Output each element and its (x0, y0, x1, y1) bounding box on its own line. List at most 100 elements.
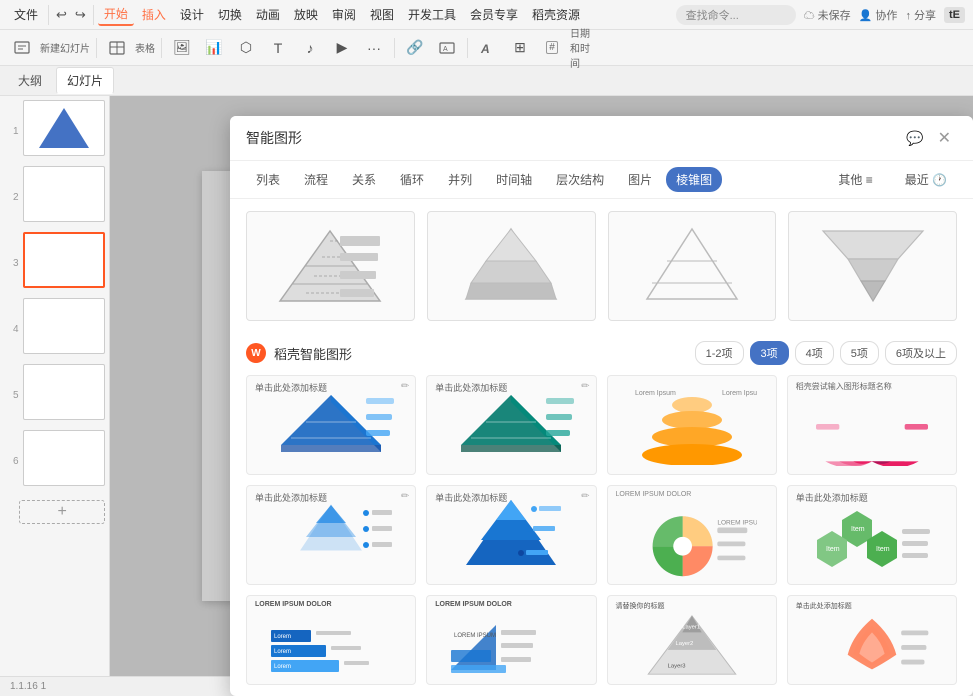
menu-item-review[interactable]: 审阅 (326, 4, 362, 25)
cat-tab-cycle[interactable]: 循环 (390, 167, 434, 192)
user-avatar[interactable]: tE (944, 7, 965, 23)
menu-item-insert[interactable]: 插入 (136, 4, 172, 25)
card-title-5: 单击此处添加标题 (255, 491, 327, 504)
smart-card-hexagon-green[interactable]: 单击此处添加标题 Item Item Item (787, 485, 957, 585)
filter-3[interactable]: 3项 (750, 341, 789, 365)
smart-card-pyramid-section[interactable]: 请替换你的标题 Layer1 Layer2 Layer3 (607, 595, 777, 685)
slide-num-5: 5 (4, 390, 19, 401)
basic-shape-pyramid-lines[interactable] (246, 211, 415, 321)
align-btn[interactable]: ⊞ (506, 34, 534, 62)
basic-shape-funnel[interactable] (788, 211, 957, 321)
filter-5[interactable]: 5项 (840, 341, 879, 365)
dialog-close-btn[interactable]: ✕ (932, 126, 957, 150)
svg-text:LOREM IPSUM: LOREM IPSUM (454, 633, 496, 639)
video-btn[interactable]: ▶ (328, 34, 356, 62)
wordart-btn[interactable]: A (474, 34, 502, 62)
date-time-btn[interactable]: 日期和时间 (570, 34, 598, 62)
smart-card-teardrop[interactable]: LOREM IPSUM DOLOR (607, 485, 777, 585)
search-input[interactable]: 查找命令... (676, 5, 796, 25)
card-edit-icon-5: ✏ (401, 491, 409, 502)
smart-card-3d-blue[interactable]: 单击此处添加标题 ✏ (246, 375, 416, 475)
dialog-header-right: 💬 ✕ (906, 126, 957, 150)
smart-shapes-dialog: 智能图形 💬 ✕ 列表 流程 关系 循环 并列 时间轴 层次结构 图片 (230, 116, 973, 696)
card-edit-icon-6: ✏ (581, 491, 589, 502)
slide-num-btn[interactable]: # (538, 34, 566, 62)
cat-tab-parallel[interactable]: 并列 (438, 167, 482, 192)
dialog-body: W 稻壳智能图形 1-2项 3项 4项 5项 6项及以上 (230, 199, 973, 696)
cat-tab-flow[interactable]: 流程 (294, 167, 338, 192)
svg-text:LOREM IPSUM: LOREM IPSUM (717, 519, 757, 526)
slide-thumb-1[interactable] (23, 100, 105, 156)
cat-tab-other[interactable]: 其他 ≡ (828, 167, 882, 192)
menu-item-animate[interactable]: 动画 (250, 4, 286, 25)
menu-item-resources[interactable]: 稻壳资源 (526, 4, 586, 25)
menu-item-play[interactable]: 放映 (288, 4, 324, 25)
dialog-comment-icon[interactable]: 💬 (906, 130, 923, 147)
shape-btn[interactable]: ⬡ (232, 34, 260, 62)
share-label[interactable]: ↑ 分享 (905, 7, 936, 23)
filter-4[interactable]: 4项 (795, 341, 834, 365)
cat-tab-recent[interactable]: 最近 🕐 (895, 167, 957, 192)
smart-card-semicircle-pink[interactable]: 稻壳尝试输入图形标题名称 (787, 375, 957, 475)
smart-card-flat-triangle[interactable]: 单击此处添加标题 ✏ (426, 485, 596, 585)
table-btn[interactable] (103, 34, 131, 62)
svg-text:Lorem: Lorem (274, 664, 291, 670)
card-title-2: 单击此处添加标题 (435, 381, 507, 394)
menu-item-start[interactable]: 开始 (98, 3, 134, 26)
menu-item-devtools[interactable]: 开发工具 (402, 4, 462, 25)
slide-thumb-3[interactable] (23, 232, 105, 288)
smart-card-flat-colorful[interactable]: Lorem Ipsum Lorem Ipsum (607, 375, 777, 475)
cat-tab-pyramid[interactable]: 棱锥图 (666, 167, 722, 192)
modal-overlay: 智能图形 💬 ✕ 列表 流程 关系 循环 并列 时间轴 层次结构 图片 (110, 96, 973, 676)
card-title-9: LOREM IPSUM DOLOR (255, 601, 332, 608)
new-slide-btn[interactable] (8, 34, 36, 62)
menu-item-design[interactable]: 设计 (174, 4, 210, 25)
toolbar-icon-undo[interactable]: ↩ (53, 5, 70, 25)
more-btn[interactable]: ··· (360, 34, 388, 62)
cat-tab-picture[interactable]: 图片 (618, 167, 662, 192)
slide-thumb-2[interactable] (23, 166, 105, 222)
card-title-6: 单击此处添加标题 (435, 491, 507, 504)
basic-shapes-grid (246, 211, 957, 321)
section-title: 稻壳智能图形 (274, 344, 352, 363)
image-btn[interactable]: 🖼 (168, 34, 196, 62)
smart-card-landscape-blue[interactable]: LOREM IPSUM DOLOR Lorem (246, 595, 416, 685)
smart-card-blue-dots[interactable]: 单击此处添加标题 ✏ (246, 485, 416, 585)
dialog-title: 智能图形 (246, 128, 302, 148)
slide-thumb-4[interactable] (23, 298, 105, 354)
menu-item-file[interactable]: 文件 (8, 4, 44, 25)
filter-6plus[interactable]: 6项及以上 (885, 341, 957, 365)
toolbar-icon-redo[interactable]: ↪ (72, 5, 89, 25)
tab-slides[interactable]: 幻灯片 (56, 67, 114, 94)
smart-card-landscape-mixed[interactable]: LOREM IPSUM DOLOR LOREM IPSUM (426, 595, 596, 685)
add-slide-btn[interactable]: + (19, 500, 105, 524)
filter-1-2[interactable]: 1-2项 (695, 341, 744, 365)
tab-outline[interactable]: 大纲 (8, 68, 52, 93)
cat-tab-relation[interactable]: 关系 (342, 167, 386, 192)
unsaved-label: ☁ 未保存 (804, 7, 851, 23)
cat-tab-hierarchy[interactable]: 层次结构 (546, 167, 614, 192)
cat-tab-timeline[interactable]: 时间轴 (486, 167, 542, 192)
link-btn[interactable]: 🔗 (401, 34, 429, 62)
section-filter: 1-2项 3项 4项 5项 6项及以上 (695, 341, 957, 365)
collab-label[interactable]: 👤 协作 (859, 7, 898, 23)
menu-item-vip[interactable]: 会员专享 (464, 4, 524, 25)
menu-item-view[interactable]: 视图 (364, 4, 400, 25)
text-btn[interactable]: T (264, 34, 292, 62)
basic-shape-pyramid-outline[interactable] (608, 211, 777, 321)
card-edit-icon-2: ✏ (581, 381, 589, 392)
app-body: 1 2 3 4 5 6 (0, 96, 973, 676)
audio-btn[interactable]: ♪ (296, 34, 324, 62)
basic-shape-pyramid-solid[interactable] (427, 211, 596, 321)
smart-card-organic-colorful[interactable]: 单击此处添加标题 (787, 595, 957, 685)
slide-thumb-5[interactable] (23, 364, 105, 420)
menu-item-switch[interactable]: 切换 (212, 4, 248, 25)
slide-thumb-6[interactable] (23, 430, 105, 486)
svg-text:Item: Item (851, 526, 865, 533)
menu-bar: 文件 ↩ ↪ 开始 插入 设计 切换 动画 放映 审阅 视图 开发工具 会员专享… (0, 0, 973, 30)
chart-btn[interactable]: 📊 (200, 34, 228, 62)
slide-num-1: 1 (4, 126, 19, 137)
cat-tab-list[interactable]: 列表 (246, 167, 290, 192)
smart-card-3d-teal[interactable]: 单击此处添加标题 ✏ (426, 375, 596, 475)
textbox-btn[interactable]: A (433, 34, 461, 62)
